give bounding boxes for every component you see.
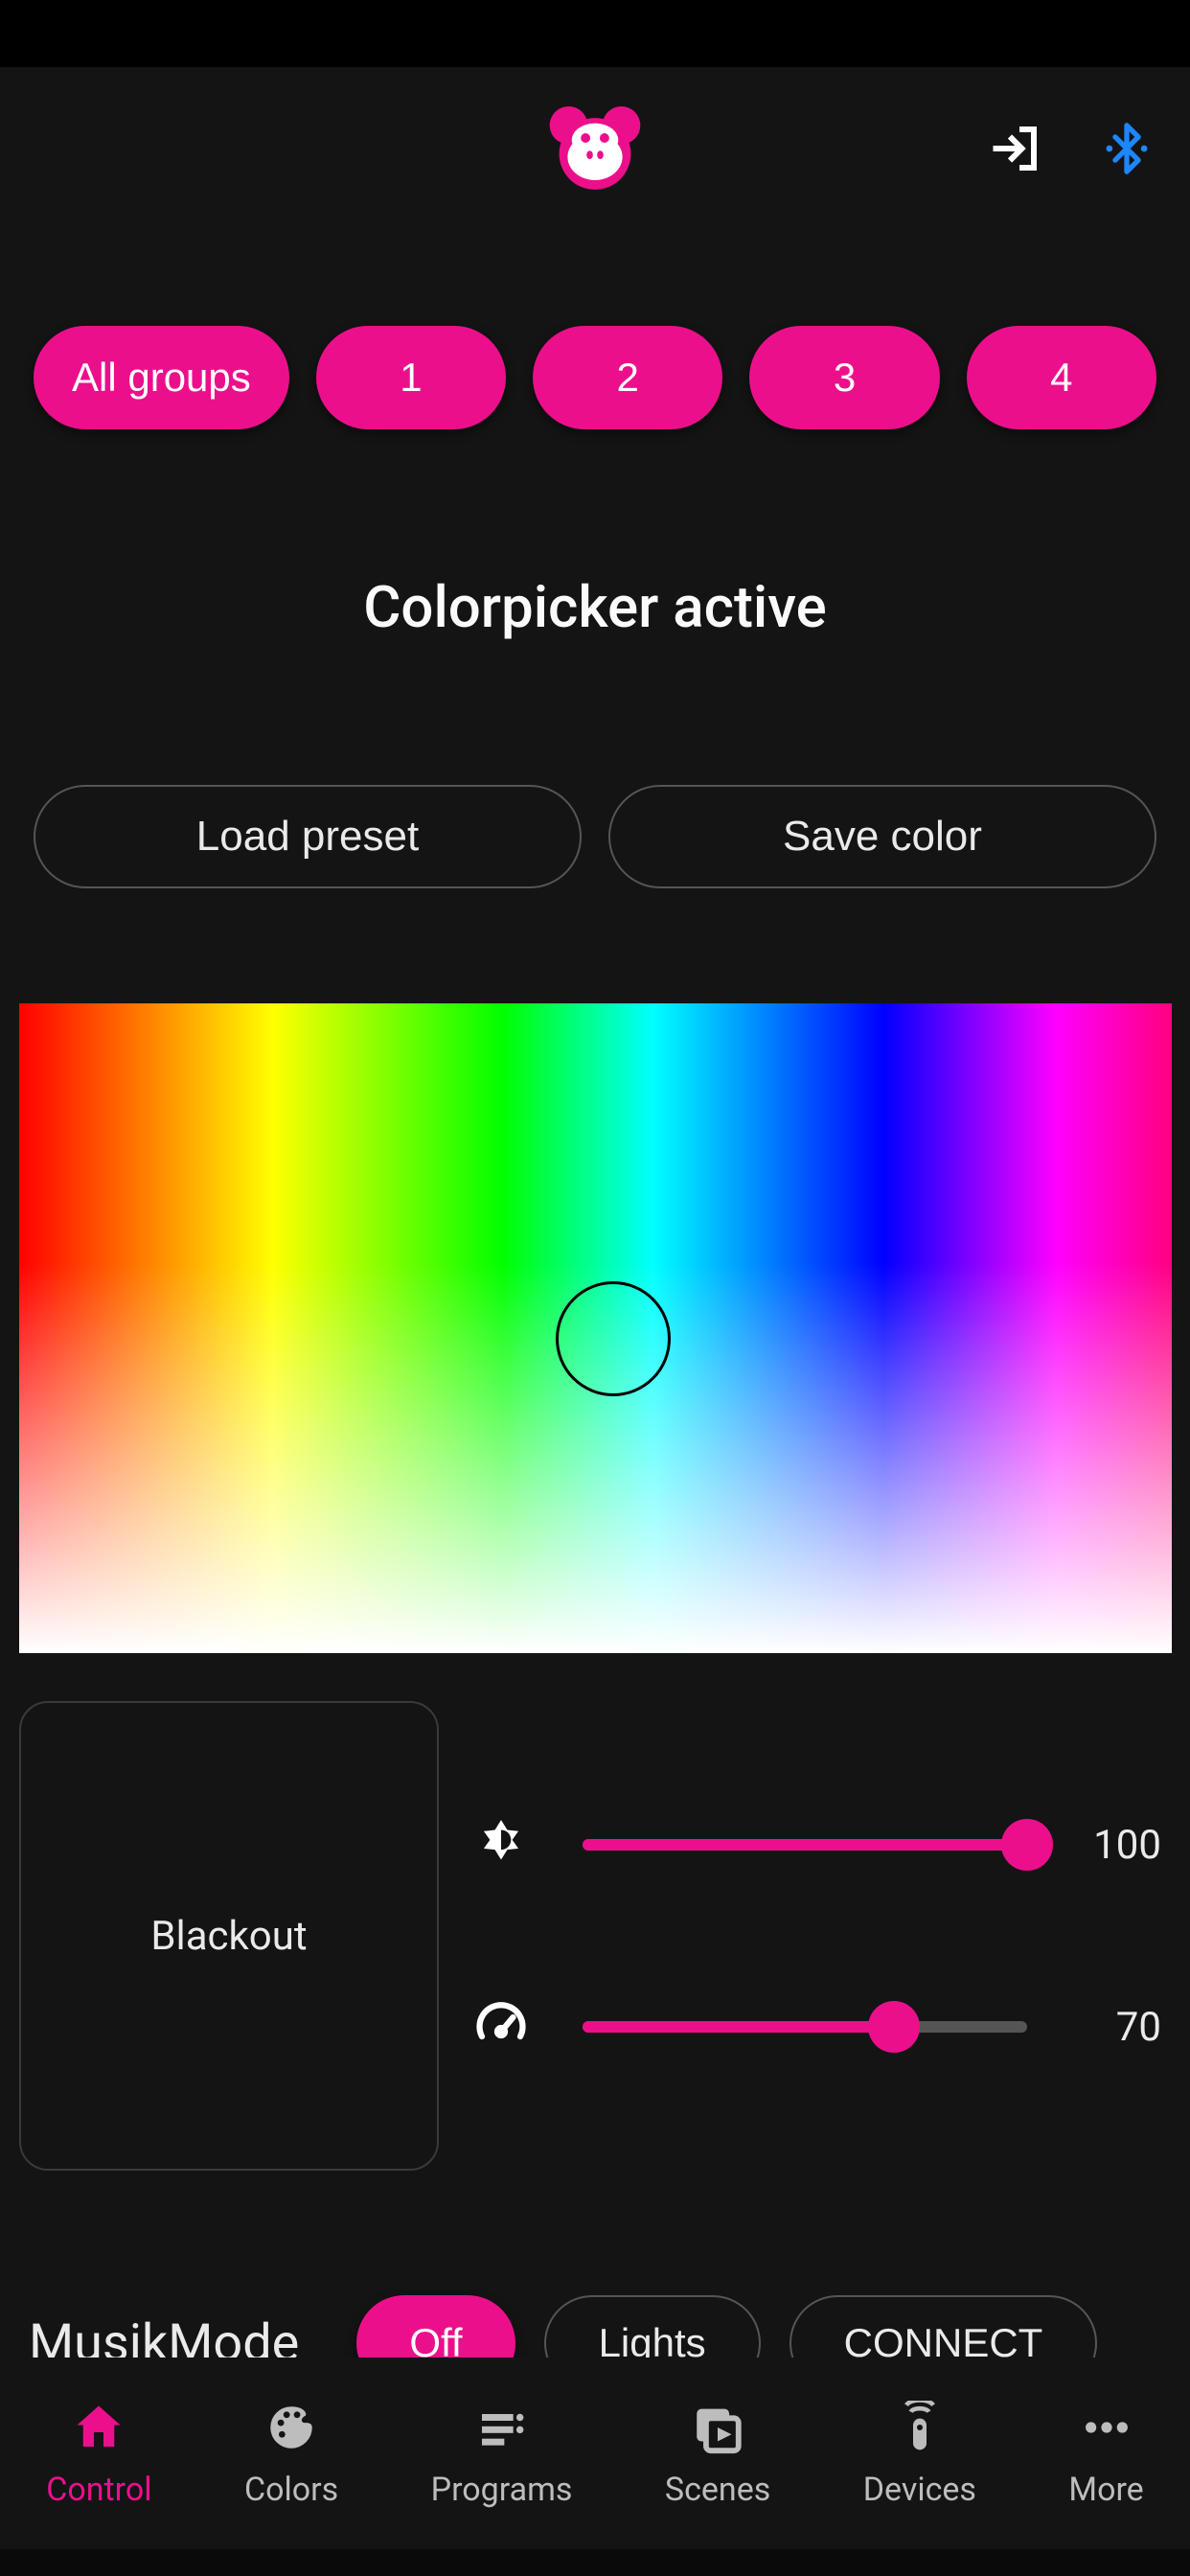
blackout-label: Blackout <box>150 1913 307 1960</box>
home-icon <box>69 2398 128 2457</box>
group-1-button[interactable]: 1 <box>316 326 506 429</box>
brightness-slider-thumb[interactable] <box>1001 1819 1053 1871</box>
load-preset-button[interactable]: Load preset <box>34 785 582 888</box>
nav-label: More <box>1068 2471 1143 2509</box>
main-content: All groups 1 2 3 4 Colorpicker active Lo… <box>0 230 1190 2391</box>
nav-label: Colors <box>244 2471 338 2509</box>
speed-slider-thumb[interactable] <box>868 2001 920 2053</box>
color-picker[interactable] <box>19 1003 1172 1653</box>
more-icon <box>1077 2398 1136 2457</box>
nav-label: Programs <box>431 2471 573 2509</box>
group-all-button[interactable]: All groups <box>34 326 289 429</box>
remote-icon <box>890 2398 950 2457</box>
app-logo-monkey-icon <box>538 91 652 206</box>
bottom-nav: Control Colors Programs Scenes Devices M… <box>0 2358 1190 2549</box>
nav-scenes[interactable]: Scenes <box>665 2398 770 2509</box>
sliders-column: 100 70 <box>468 1701 1171 2171</box>
color-picker-cursor[interactable] <box>556 1281 671 1396</box>
nav-colors[interactable]: Colors <box>244 2398 338 2509</box>
nav-programs[interactable]: Programs <box>431 2398 573 2509</box>
group-3-button[interactable]: 3 <box>749 326 939 429</box>
group-4-button[interactable]: 4 <box>967 326 1156 429</box>
brightness-slider[interactable] <box>583 1839 1027 1851</box>
brightness-slider-row: 100 <box>468 1811 1161 1878</box>
save-color-button[interactable]: Save color <box>608 785 1156 888</box>
brightness-value: 100 <box>1075 1822 1161 1869</box>
group-2-button[interactable]: 2 <box>533 326 722 429</box>
nav-devices[interactable]: Devices <box>863 2398 976 2509</box>
blackout-button[interactable]: Blackout <box>19 1701 439 2171</box>
nav-more[interactable]: More <box>1068 2398 1143 2509</box>
status-title: Colorpicker active <box>19 573 1171 641</box>
controls-row: Blackout 100 <box>19 1701 1171 2171</box>
group-selector-row: All groups 1 2 3 4 <box>19 230 1171 429</box>
speed-value: 70 <box>1075 2004 1161 2051</box>
app-header <box>0 67 1190 230</box>
nav-label: Scenes <box>665 2471 770 2509</box>
list-icon <box>472 2398 532 2457</box>
palette-icon <box>262 2398 321 2457</box>
speed-icon <box>468 1993 535 2060</box>
nav-label: Devices <box>863 2471 976 2509</box>
preset-row: Load preset Save color <box>19 785 1171 888</box>
nav-label: Control <box>46 2471 151 2509</box>
brightness-icon <box>468 1811 535 1878</box>
status-bar <box>0 0 1190 67</box>
speed-slider-row: 70 <box>468 1993 1161 2060</box>
nav-control[interactable]: Control <box>46 2398 151 2509</box>
speed-slider[interactable] <box>583 2021 1027 2033</box>
bluetooth-icon[interactable] <box>1097 119 1156 178</box>
scenes-icon <box>688 2398 747 2457</box>
login-icon[interactable] <box>985 119 1044 178</box>
